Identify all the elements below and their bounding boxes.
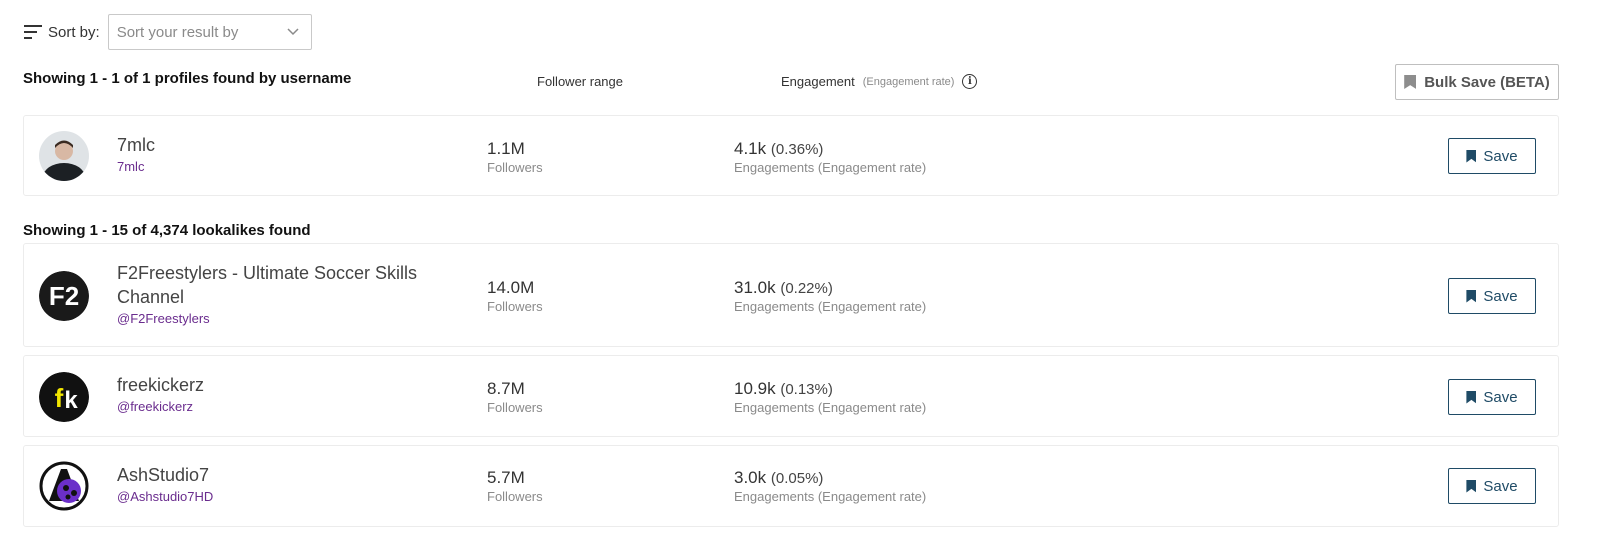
engagement-count: 10.9k	[734, 379, 776, 398]
engagement-label: Engagements (Engagement rate)	[734, 299, 927, 314]
followers-label: Followers	[487, 400, 543, 415]
save-label: Save	[1483, 287, 1518, 305]
avatar[interactable]	[39, 131, 89, 181]
engagement-rate: (0.13%)	[780, 381, 833, 398]
engagement-label: Engagements (Engagement rate)	[734, 400, 927, 415]
sort-label: Sort by:	[48, 23, 100, 41]
engagement-rate: (0.05%)	[770, 470, 824, 487]
profile-handle[interactable]: @Ashstudio7HD	[117, 489, 213, 504]
save-button[interactable]: Save	[1448, 379, 1536, 415]
profile-card: 7mlc 7mlc 1.1M Followers 4.1k (0.36%) En…	[23, 115, 1559, 196]
lookalike-card: F2 F2Freestylers - Ultimate Soccer Skill…	[23, 243, 1559, 347]
engagement-value: 10.9k (0.13%)	[734, 379, 926, 399]
followers-value: 5.7M	[487, 468, 525, 487]
lookalike-card: f k freekickerz @freekickerz 8.7M Follow…	[23, 355, 1559, 437]
bookmark-icon	[1466, 289, 1477, 303]
save-button[interactable]: Save	[1448, 468, 1536, 504]
bookmark-icon	[1466, 479, 1477, 493]
engagement-rate: (0.36%)	[770, 141, 824, 158]
sort-bar: Sort by: Sort your result by	[24, 14, 312, 50]
bookmark-icon	[1466, 149, 1477, 163]
engagement-count: 4.1k	[734, 139, 767, 158]
engagement-value: 3.0k (0.05%)	[734, 468, 926, 488]
lookalike-card: AshStudio7 @Ashstudio7HD 5.7M Followers …	[23, 445, 1559, 527]
profile-name[interactable]: AshStudio7	[117, 463, 213, 487]
followers-value: 14.0M	[487, 278, 535, 297]
sort-select-placeholder: Sort your result by	[116, 23, 239, 41]
profile-handle[interactable]: @freekickerz	[117, 399, 204, 414]
followers-label: Followers	[487, 160, 543, 175]
save-label: Save	[1483, 388, 1518, 406]
svg-text:f: f	[55, 383, 64, 413]
results-header: Showing 1 - 1 of 1 profiles found by use…	[23, 64, 1605, 102]
followers-label: Followers	[487, 489, 543, 504]
profile-name[interactable]: freekickerz	[117, 373, 204, 397]
avatar[interactable]	[39, 461, 89, 511]
svg-text:F2: F2	[49, 281, 79, 311]
bulk-save-label: Bulk Save (BETA)	[1424, 73, 1550, 91]
save-button[interactable]: Save	[1448, 138, 1536, 174]
engagement-rate: (0.22%)	[780, 280, 833, 297]
avatar[interactable]: F2	[39, 271, 89, 321]
save-button[interactable]: Save	[1448, 278, 1536, 314]
engagement-count: 31.0k	[734, 278, 776, 297]
save-label: Save	[1483, 147, 1518, 165]
profile-handle[interactable]: 7mlc	[117, 159, 155, 174]
followers-label: Followers	[487, 299, 543, 314]
followers-value: 8.7M	[487, 379, 525, 398]
bookmark-icon	[1404, 75, 1417, 89]
engagement-label: Engagements (Engagement rate)	[734, 489, 927, 504]
chevron-down-icon	[287, 28, 299, 36]
save-label: Save	[1483, 477, 1518, 495]
sort-select[interactable]: Sort your result by	[107, 14, 312, 50]
svg-text:k: k	[64, 387, 78, 414]
info-icon[interactable]: i	[962, 74, 978, 89]
lookalike-results-count: Showing 1 - 15 of 4,374 lookalikes found	[23, 222, 311, 239]
username-results-count: Showing 1 - 1 of 1 profiles found by use…	[23, 70, 352, 87]
follower-range-header: Follower range	[537, 74, 623, 89]
profile-handle[interactable]: @F2Freestylers	[117, 311, 447, 326]
engagement-label: Engagements (Engagement rate)	[734, 160, 927, 175]
engagement-header-sub: (Engagement rate)	[862, 75, 955, 88]
profile-name[interactable]: F2Freestylers - Ultimate Soccer Skills C…	[117, 261, 447, 309]
bulk-save-button[interactable]: Bulk Save (BETA)	[1395, 64, 1559, 100]
sort-lines-icon	[24, 25, 42, 39]
bookmark-icon	[1466, 390, 1477, 404]
engagement-value: 4.1k (0.36%)	[734, 139, 926, 159]
engagement-header: Engagement (Engagement rate) i	[781, 74, 978, 89]
engagement-value: 31.0k (0.22%)	[734, 278, 926, 298]
engagement-count: 3.0k	[734, 468, 767, 487]
profile-name[interactable]: 7mlc	[117, 133, 155, 157]
avatar[interactable]: f k	[39, 372, 89, 422]
engagement-header-label: Engagement	[781, 74, 855, 89]
followers-value: 1.1M	[487, 139, 525, 158]
